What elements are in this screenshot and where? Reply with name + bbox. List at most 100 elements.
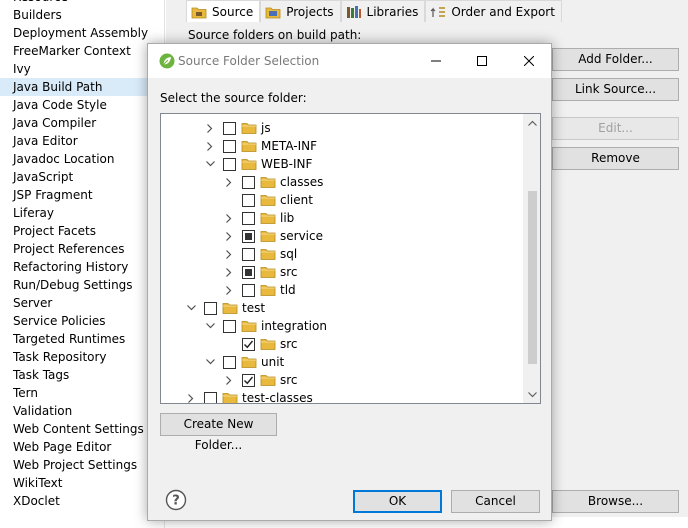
property-page-item[interactable]: Builders <box>0 6 164 24</box>
create-new-folder-button[interactable]: Create New Folder... <box>160 413 277 452</box>
folder-checkbox[interactable] <box>204 302 217 315</box>
property-page-item[interactable]: JavaScript <box>0 168 164 186</box>
expand-chevron-right-icon[interactable] <box>204 137 216 155</box>
expand-chevron-right-icon[interactable] <box>223 209 235 227</box>
tab-libraries-label: Libraries <box>366 4 419 19</box>
property-page-item[interactable]: FreeMarker Context <box>0 42 164 60</box>
property-page-item[interactable]: Task Repository <box>0 348 164 366</box>
scroll-down-arrow[interactable] <box>524 386 540 403</box>
ok-button[interactable]: OK <box>353 490 442 513</box>
tree-row[interactable]: service <box>161 227 523 245</box>
expand-chevron-down-icon[interactable] <box>204 353 216 371</box>
folder-checkbox[interactable] <box>242 194 255 207</box>
property-page-item[interactable]: Server <box>0 294 164 312</box>
property-page-item[interactable]: XDoclet <box>0 492 164 510</box>
close-button[interactable] <box>506 44 552 78</box>
property-page-item[interactable]: Ivy <box>0 60 164 78</box>
maximize-button[interactable] <box>459 44 505 78</box>
property-page-item[interactable]: WikiText <box>0 474 164 492</box>
folder-icon <box>222 301 238 318</box>
folder-checkbox[interactable] <box>242 266 255 279</box>
folder-checkbox[interactable] <box>242 284 255 297</box>
property-page-item[interactable]: Tern <box>0 384 164 402</box>
folder-checkbox[interactable] <box>242 338 255 351</box>
edit-button[interactable]: Edit... <box>552 117 679 140</box>
expand-chevron-right-icon[interactable] <box>223 263 235 281</box>
expand-chevron-down-icon[interactable] <box>204 317 216 335</box>
tab-order-and-export[interactable]: Order and Export <box>425 0 562 22</box>
expand-chevron-right-icon[interactable] <box>223 245 235 263</box>
tree-row[interactable]: src <box>161 263 523 281</box>
tree-row[interactable]: classes <box>161 173 523 191</box>
expand-chevron-right-icon[interactable] <box>223 227 235 245</box>
property-page-item[interactable]: Liferay <box>0 204 164 222</box>
tab-projects[interactable]: Projects <box>260 0 341 22</box>
folder-checkbox[interactable] <box>242 212 255 225</box>
folder-tree[interactable]: js META-INF WEB-INF classes client lib service… <box>160 113 541 404</box>
property-page-item[interactable]: Project Facets <box>0 222 164 240</box>
folder-checkbox[interactable] <box>242 248 255 261</box>
expand-chevron-right-icon[interactable] <box>223 173 235 191</box>
tree-row[interactable]: lib <box>161 209 523 227</box>
property-page-item[interactable]: Task Tags <box>0 366 164 384</box>
tree-row[interactable]: tld <box>161 281 523 299</box>
property-page-item[interactable]: JSP Fragment <box>0 186 164 204</box>
scroll-thumb[interactable] <box>528 191 537 364</box>
tree-row[interactable]: test <box>161 299 523 317</box>
help-icon[interactable]: ? <box>165 489 187 511</box>
tree-row[interactable]: unit <box>161 353 523 371</box>
property-page-item[interactable]: Project References <box>0 240 164 258</box>
property-page-item[interactable]: Web Page Editor <box>0 438 164 456</box>
tree-node-label: src <box>280 337 298 351</box>
property-page-item[interactable]: Targeted Runtimes <box>0 330 164 348</box>
tree-row[interactable]: src <box>161 335 523 353</box>
property-page-item[interactable]: Javadoc Location <box>0 150 164 168</box>
property-page-item[interactable]: Run/Debug Settings <box>0 276 164 294</box>
folder-checkbox[interactable] <box>223 356 236 369</box>
folder-checkbox[interactable] <box>204 392 217 403</box>
expand-chevron-down-icon[interactable] <box>204 155 216 173</box>
browse-button[interactable]: Browse... <box>552 490 679 513</box>
folder-checkbox[interactable] <box>223 122 236 135</box>
add-folder-button[interactable]: Add Folder... <box>552 48 679 71</box>
scroll-up-arrow[interactable] <box>524 114 540 131</box>
tree-row[interactable]: META-INF <box>161 137 523 155</box>
property-page-item[interactable]: Java Build Path <box>0 78 164 96</box>
folder-checkbox[interactable] <box>242 374 255 387</box>
tree-row[interactable]: client <box>161 191 523 209</box>
cancel-button[interactable]: Cancel <box>451 490 540 513</box>
property-page-item[interactable]: Deployment Assembly <box>0 24 164 42</box>
property-page-item[interactable]: Java Editor <box>0 132 164 150</box>
property-page-item[interactable]: Service Policies <box>0 312 164 330</box>
tab-libraries[interactable]: Libraries <box>340 0 426 22</box>
minimize-button[interactable] <box>413 44 459 78</box>
property-page-item[interactable]: Web Content Settings <box>0 420 164 438</box>
property-page-item[interactable]: Java Compiler <box>0 114 164 132</box>
folder-checkbox[interactable] <box>242 176 255 189</box>
dialog-titlebar[interactable]: Source Folder Selection <box>148 44 551 78</box>
folder-icon <box>260 229 276 246</box>
property-page-item[interactable]: Validation <box>0 402 164 420</box>
expand-chevron-right-icon[interactable] <box>204 119 216 137</box>
tree-row[interactable]: js <box>161 119 523 137</box>
property-page-item[interactable]: Refactoring History <box>0 258 164 276</box>
folder-checkbox[interactable] <box>242 230 255 243</box>
link-source-button[interactable]: Link Source... <box>552 78 679 101</box>
tree-row[interactable]: test-classes <box>161 389 523 403</box>
expand-chevron-right-icon[interactable] <box>185 389 197 403</box>
tree-row[interactable]: sql <box>161 245 523 263</box>
folder-checkbox[interactable] <box>223 140 236 153</box>
folder-checkbox[interactable] <box>223 158 236 171</box>
remove-button[interactable]: Remove <box>552 147 679 170</box>
tab-source[interactable]: Source <box>186 0 261 22</box>
tree-vertical-scrollbar[interactable] <box>523 114 540 403</box>
tree-row[interactable]: integration <box>161 317 523 335</box>
expand-chevron-down-icon[interactable] <box>185 299 197 317</box>
folder-checkbox[interactable] <box>223 320 236 333</box>
property-page-item[interactable]: Web Project Settings <box>0 456 164 474</box>
property-page-item[interactable]: Java Code Style <box>0 96 164 114</box>
expand-chevron-right-icon[interactable] <box>223 371 235 389</box>
tree-row[interactable]: WEB-INF <box>161 155 523 173</box>
expand-chevron-right-icon[interactable] <box>223 281 235 299</box>
tree-row[interactable]: src <box>161 371 523 389</box>
